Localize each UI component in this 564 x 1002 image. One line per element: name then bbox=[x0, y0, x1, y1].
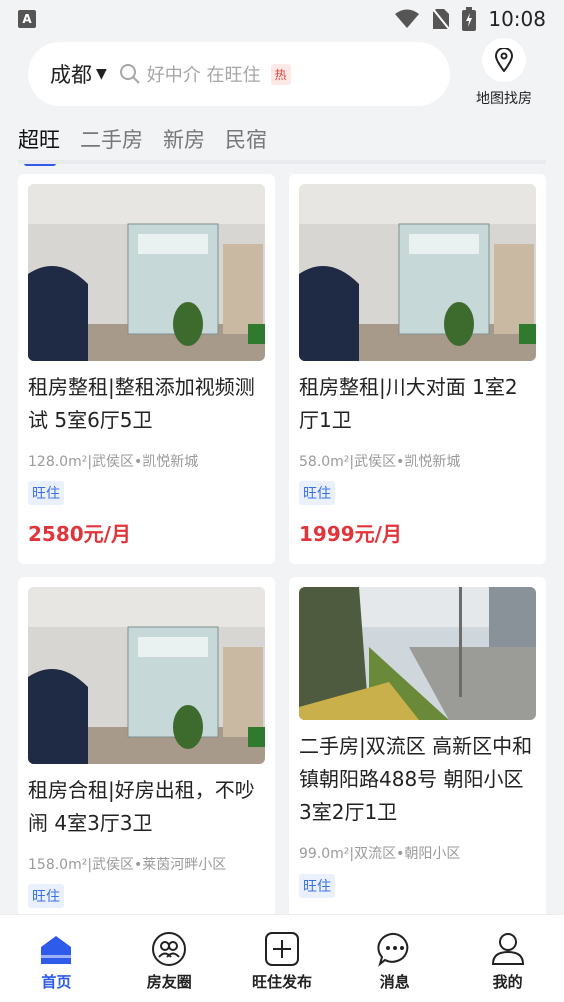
nav-messages[interactable]: 消息 bbox=[338, 915, 451, 1002]
search-bar[interactable]: 成都 ▼ 好中介 在旺住 热 bbox=[28, 42, 450, 106]
nav-label: 我的 bbox=[492, 973, 523, 991]
nav-label: 首页 bbox=[41, 973, 72, 991]
nav-label: 旺住发布 bbox=[251, 973, 312, 991]
listing-card[interactable]: 租房合租|好房出租，不吵闹 4室3厅3卫 158.0m²|武侯区•莱茵河畔小区 … bbox=[18, 577, 275, 922]
tab-new-house[interactable]: 新房 bbox=[163, 124, 205, 156]
search-input[interactable]: 好中介 在旺住 bbox=[147, 61, 261, 87]
hot-badge: 热 bbox=[270, 63, 291, 85]
nav-label: 消息 bbox=[379, 973, 410, 991]
listing-meta: 99.0m²|双流区•朝阳小区 bbox=[299, 846, 461, 862]
listing-title: 租房合租|好房出租，不吵闹 4室3厅3卫 bbox=[28, 778, 255, 835]
tab-homestay[interactable]: 民宿 bbox=[225, 124, 267, 156]
listing-card[interactable]: 二手房|双流区 高新区中和镇朝阳路488号 朝阳小区 3室2厅1卫 99.0m²… bbox=[289, 577, 546, 922]
nav-publish[interactable]: 旺住发布 bbox=[226, 915, 339, 1002]
home-icon bbox=[41, 936, 72, 964]
listing-title: 租房整租|川大对面 1室2厅1卫 bbox=[299, 375, 518, 432]
status-bar: A 10:08 bbox=[0, 0, 564, 38]
no-sim-icon bbox=[432, 8, 451, 30]
map-search-button[interactable]: 地图找房 bbox=[466, 38, 542, 108]
listing-tag: 旺住 bbox=[299, 481, 335, 505]
street-photo-image bbox=[299, 587, 536, 720]
caret-down-icon[interactable]: ▼ bbox=[96, 66, 107, 82]
nav-home[interactable]: 首页 bbox=[0, 915, 113, 1002]
tab-second-hand[interactable]: 二手房 bbox=[80, 124, 143, 156]
app-notification-icon: A bbox=[18, 10, 36, 28]
search-icon bbox=[119, 64, 140, 84]
message-icon bbox=[377, 932, 409, 967]
listing-price: 2580元/月 bbox=[28, 522, 131, 546]
listing-tag: 旺住 bbox=[28, 884, 64, 908]
office-photo-image bbox=[28, 587, 265, 764]
listing-card[interactable]: 租房整租|整租添加视频测试 5室6厅5卫 128.0m²|武侯区•凯悦新城 旺住… bbox=[18, 174, 275, 564]
nav-friends[interactable]: 房友圈 bbox=[113, 915, 226, 1002]
category-tabs: 超旺 二手房 新房 民宿 bbox=[18, 124, 267, 166]
listing-meta: 58.0m²|武侯区•凯悦新城 bbox=[299, 454, 461, 470]
friends-icon bbox=[152, 932, 187, 966]
listing-photo bbox=[299, 184, 536, 361]
location-pin-icon bbox=[494, 48, 514, 72]
nav-label: 房友圈 bbox=[146, 973, 192, 991]
listing-title: 二手房|双流区 高新区中和镇朝阳路488号 朝阳小区 3室2厅1卫 bbox=[299, 734, 533, 824]
listing-photo bbox=[299, 587, 536, 720]
listing-tag: 旺住 bbox=[28, 481, 64, 505]
status-icons: 10:08 bbox=[394, 7, 546, 31]
tab-chaowang[interactable]: 超旺 bbox=[18, 124, 60, 166]
tab-label: 超旺 bbox=[18, 128, 60, 152]
wifi-icon bbox=[395, 9, 420, 28]
tab-label: 二手房 bbox=[80, 128, 143, 152]
publish-icon bbox=[264, 932, 299, 966]
listing-price: 1999元/月 bbox=[299, 522, 402, 546]
tab-label: 民宿 bbox=[225, 128, 267, 152]
map-search-label: 地图找房 bbox=[476, 91, 532, 107]
battery-charging-icon bbox=[462, 7, 477, 31]
status-time: 10:08 bbox=[488, 7, 546, 31]
bottom-navigation: 首页 房友圈 旺住发布 消息 我的 bbox=[0, 914, 564, 1002]
listing-photo bbox=[28, 587, 265, 764]
office-photo-image bbox=[28, 184, 265, 361]
tab-label: 新房 bbox=[163, 128, 205, 152]
office-photo-image bbox=[299, 184, 536, 361]
listing-title: 租房整租|整租添加视频测试 5室6厅5卫 bbox=[28, 375, 255, 432]
city-selector[interactable]: 成都 bbox=[50, 59, 92, 89]
listing-card[interactable]: 租房整租|川大对面 1室2厅1卫 58.0m²|武侯区•凯悦新城 旺住 1999… bbox=[289, 174, 546, 564]
listing-photo bbox=[28, 184, 265, 361]
divider bbox=[18, 160, 546, 164]
map-icon-wrap bbox=[482, 38, 526, 82]
listing-meta: 128.0m²|武侯区•凯悦新城 bbox=[28, 454, 199, 470]
nav-profile[interactable]: 我的 bbox=[451, 915, 564, 1002]
profile-icon bbox=[491, 933, 524, 965]
listing-tag: 旺住 bbox=[299, 874, 335, 898]
listing-meta: 158.0m²|武侯区•莱茵河畔小区 bbox=[28, 857, 227, 873]
